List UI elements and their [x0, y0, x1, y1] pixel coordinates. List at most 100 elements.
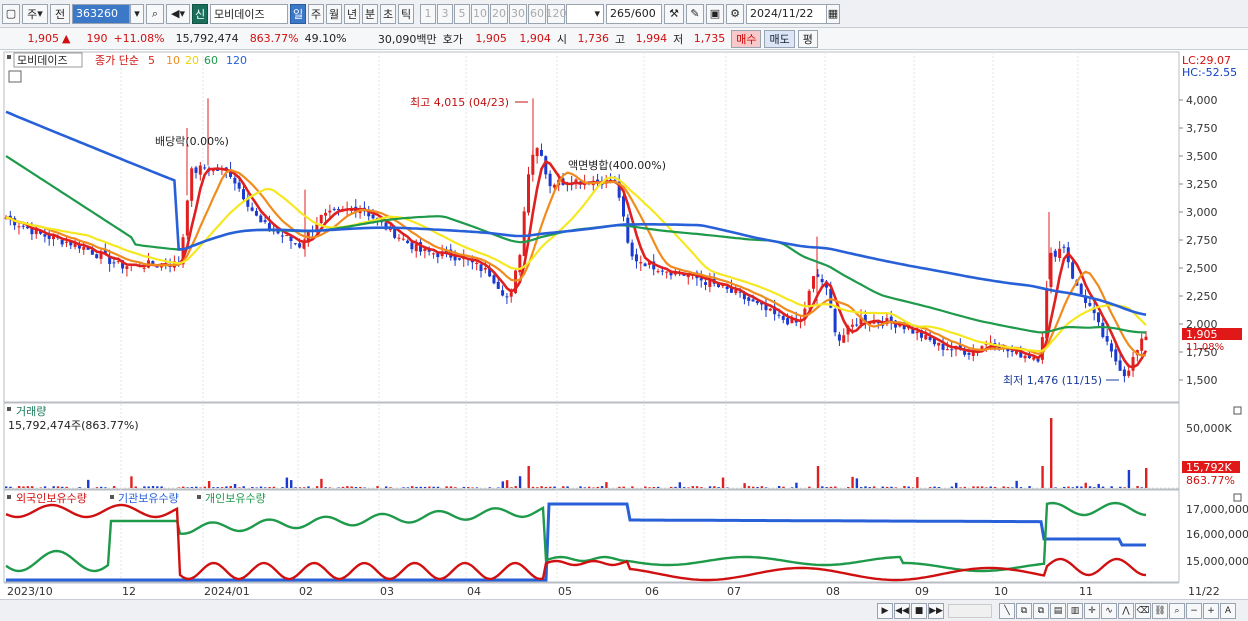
- volume-bar: [65, 486, 68, 488]
- volume-bar: [1145, 468, 1148, 488]
- volume-bar: [402, 487, 405, 488]
- calculator-icon[interactable]: [8, 70, 22, 83]
- zigzag-icon[interactable]: ⋀: [1118, 602, 1134, 619]
- volume-bar: [950, 486, 954, 488]
- volume-bar: [562, 486, 565, 488]
- ma-legend-10: 10: [166, 54, 180, 67]
- trend-line-icon[interactable]: ╲: [999, 602, 1015, 619]
- minus-icon[interactable]: −: [1186, 602, 1202, 619]
- eraser-icon[interactable]: ⌫: [1135, 602, 1151, 619]
- candle-body: [656, 271, 660, 273]
- cross-icon[interactable]: ✛: [1084, 602, 1100, 619]
- tab-1[interactable]: 주: [308, 3, 324, 24]
- tick-button-1[interactable]: 3: [437, 3, 453, 24]
- y-tick-label: 3,750: [1186, 122, 1218, 135]
- tick-button-3[interactable]: 10: [471, 3, 489, 24]
- copy-icon[interactable]: ⧉: [1033, 602, 1049, 619]
- plus-icon[interactable]: +: [1203, 602, 1219, 619]
- eval-button[interactable]: 평: [797, 29, 818, 48]
- volume-bar: [505, 480, 509, 488]
- volume-title: 거래량: [16, 405, 46, 418]
- volume-bar: [777, 486, 781, 488]
- candle-body: [1105, 336, 1109, 342]
- layout-grid-icon[interactable]: ▤: [1050, 602, 1066, 619]
- candle-body: [833, 308, 837, 333]
- tab-5[interactable]: 초: [380, 3, 396, 24]
- tab-3[interactable]: 년: [344, 3, 360, 24]
- forward-icon[interactable]: ▶▶: [928, 602, 944, 619]
- volume-bar: [9, 486, 12, 488]
- tick-button-7[interactable]: 120: [546, 3, 567, 24]
- chart-area[interactable]: 4,000 3,750 3,500 3,250 3,000 2,750 2,500 2,250…: [0, 51, 1248, 599]
- volume-bar: [264, 487, 267, 488]
- candle-body: [548, 173, 552, 187]
- tick-button-2[interactable]: 5: [454, 3, 470, 24]
- stock-name-value: 모비데이즈: [214, 7, 265, 21]
- speaker-icon[interactable]: ◀▾: [166, 3, 190, 24]
- volume-bar: [104, 487, 107, 488]
- stock-code-value: 363260: [76, 7, 118, 20]
- scroll-right-icon[interactable]: ▶: [877, 602, 893, 619]
- split-icon[interactable]: ▥: [1067, 602, 1083, 619]
- candle-body: [786, 318, 790, 325]
- period-select[interactable]: 주 ▾: [22, 3, 48, 24]
- volume-bar: [937, 487, 941, 488]
- stock-code-input[interactable]: 363260: [72, 3, 130, 24]
- volume-bar: [87, 479, 90, 488]
- zoom-icon[interactable]: ⌕: [1169, 602, 1185, 619]
- sell-button[interactable]: 매도: [764, 29, 795, 48]
- chart-tools-icon[interactable]: ⚒: [664, 3, 684, 24]
- holdings-legend-individual: 개인보유수량: [205, 492, 266, 505]
- layout-icon[interactable]: ▢: [2, 3, 20, 24]
- tab-2[interactable]: 월: [326, 3, 342, 24]
- volume-bar: [320, 478, 323, 488]
- gear-icon[interactable]: ⚙: [726, 3, 744, 24]
- holdings-close-icon[interactable]: [1233, 493, 1242, 502]
- high-annotation: 최고 4,015 (04/23): [410, 96, 509, 109]
- calendar-icon[interactable]: ▦: [826, 3, 840, 24]
- tick-button-5[interactable]: 30: [509, 3, 527, 24]
- candle-body: [1088, 302, 1092, 306]
- volume-bar: [233, 483, 237, 488]
- tab-0[interactable]: 일: [290, 3, 306, 24]
- tab-6[interactable]: 틱: [398, 3, 414, 24]
- stop-icon[interactable]: ■: [911, 602, 927, 619]
- stock-chart-svg[interactable]: 4,000 3,750 3,500 3,250 3,000 2,750 2,500 2,250…: [0, 51, 1248, 599]
- search-icon[interactable]: ⌕: [146, 3, 164, 24]
- low-price: 1,735: [693, 32, 726, 45]
- volume-bar: [376, 486, 379, 488]
- font-icon[interactable]: A: [1220, 602, 1236, 619]
- draw-icon[interactable]: ✎: [686, 3, 704, 24]
- volume-bar: [674, 486, 677, 488]
- candle-body: [1140, 338, 1144, 351]
- tick-button-4[interactable]: 20: [490, 3, 508, 24]
- candle-body: [1101, 322, 1105, 337]
- code-dropdown-button[interactable]: ▾: [130, 3, 144, 24]
- rewind-icon[interactable]: ◀◀: [894, 602, 910, 619]
- tick-button-6[interactable]: 60: [528, 3, 546, 24]
- zoom-box-icon[interactable]: ⧉: [1016, 602, 1032, 619]
- stock-name-field[interactable]: 모비데이즈: [210, 3, 288, 24]
- view-select[interactable]: 전: [50, 3, 70, 24]
- volume-close-icon[interactable]: [1233, 406, 1242, 415]
- tick-button-0[interactable]: 1: [420, 3, 436, 24]
- candle-body: [203, 167, 207, 169]
- volume-bar: [467, 487, 470, 488]
- wave-icon[interactable]: ∿: [1101, 602, 1117, 619]
- buy-button[interactable]: 매수: [731, 29, 762, 48]
- x-tick-label: 11/22: [1188, 585, 1220, 598]
- tab-4[interactable]: 분: [362, 3, 378, 24]
- candle-body: [522, 211, 526, 257]
- volume-bar: [847, 486, 850, 488]
- candle-body: [319, 214, 323, 224]
- save-icon[interactable]: ▣: [706, 3, 724, 24]
- y-tick-label: 2,250: [1186, 290, 1218, 303]
- candle-body: [820, 278, 824, 283]
- candle-body: [660, 270, 664, 272]
- date-field[interactable]: 2024/11/22: [746, 3, 828, 24]
- link-icon[interactable]: ⛓: [1152, 602, 1168, 619]
- count-field[interactable]: 265/600: [606, 3, 662, 24]
- scrollbar[interactable]: [948, 603, 992, 618]
- volume-bar: [1054, 487, 1057, 488]
- tick-custom-select[interactable]: ▾: [566, 3, 604, 24]
